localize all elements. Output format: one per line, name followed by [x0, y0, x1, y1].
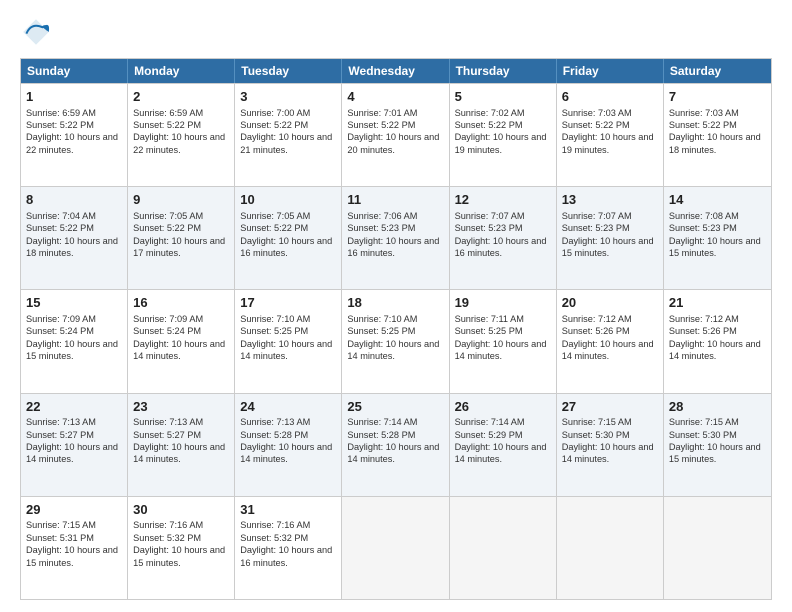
day-number: 24 [240, 398, 336, 416]
day-number: 8 [26, 191, 122, 209]
day-cell-17: 17Sunrise: 7:10 AMSunset: 5:25 PMDayligh… [235, 290, 342, 392]
day-number: 31 [240, 501, 336, 519]
day-number: 12 [455, 191, 551, 209]
day-cell-20: 20Sunrise: 7:12 AMSunset: 5:26 PMDayligh… [557, 290, 664, 392]
empty-cell [450, 497, 557, 599]
day-number: 19 [455, 294, 551, 312]
day-cell-7: 7Sunrise: 7:03 AMSunset: 5:22 PMDaylight… [664, 84, 771, 186]
day-number: 17 [240, 294, 336, 312]
header-saturday: Saturday [664, 59, 771, 83]
week-row-4: 22Sunrise: 7:13 AMSunset: 5:27 PMDayligh… [21, 393, 771, 496]
day-cell-5: 5Sunrise: 7:02 AMSunset: 5:22 PMDaylight… [450, 84, 557, 186]
day-number: 3 [240, 88, 336, 106]
day-cell-21: 21Sunrise: 7:12 AMSunset: 5:26 PMDayligh… [664, 290, 771, 392]
week-row-2: 8Sunrise: 7:04 AMSunset: 5:22 PMDaylight… [21, 186, 771, 289]
header [20, 16, 772, 48]
day-number: 20 [562, 294, 658, 312]
header-friday: Friday [557, 59, 664, 83]
logo-icon [20, 16, 52, 48]
empty-cell [342, 497, 449, 599]
week-row-3: 15Sunrise: 7:09 AMSunset: 5:24 PMDayligh… [21, 289, 771, 392]
calendar-header-row: Sunday Monday Tuesday Wednesday Thursday… [21, 59, 771, 83]
day-cell-19: 19Sunrise: 7:11 AMSunset: 5:25 PMDayligh… [450, 290, 557, 392]
day-cell-28: 28Sunrise: 7:15 AMSunset: 5:30 PMDayligh… [664, 394, 771, 496]
day-number: 2 [133, 88, 229, 106]
day-number: 13 [562, 191, 658, 209]
header-thursday: Thursday [450, 59, 557, 83]
day-cell-13: 13Sunrise: 7:07 AMSunset: 5:23 PMDayligh… [557, 187, 664, 289]
day-number: 4 [347, 88, 443, 106]
day-number: 23 [133, 398, 229, 416]
day-number: 9 [133, 191, 229, 209]
day-number: 14 [669, 191, 766, 209]
day-cell-2: 2Sunrise: 6:59 AMSunset: 5:22 PMDaylight… [128, 84, 235, 186]
day-number: 6 [562, 88, 658, 106]
day-cell-4: 4Sunrise: 7:01 AMSunset: 5:22 PMDaylight… [342, 84, 449, 186]
day-cell-8: 8Sunrise: 7:04 AMSunset: 5:22 PMDaylight… [21, 187, 128, 289]
day-number: 15 [26, 294, 122, 312]
day-number: 10 [240, 191, 336, 209]
day-number: 21 [669, 294, 766, 312]
day-cell-25: 25Sunrise: 7:14 AMSunset: 5:28 PMDayligh… [342, 394, 449, 496]
day-cell-15: 15Sunrise: 7:09 AMSunset: 5:24 PMDayligh… [21, 290, 128, 392]
day-cell-29: 29Sunrise: 7:15 AMSunset: 5:31 PMDayligh… [21, 497, 128, 599]
header-wednesday: Wednesday [342, 59, 449, 83]
day-number: 7 [669, 88, 766, 106]
day-number: 29 [26, 501, 122, 519]
day-number: 1 [26, 88, 122, 106]
calendar: Sunday Monday Tuesday Wednesday Thursday… [20, 58, 772, 600]
empty-cell [664, 497, 771, 599]
day-cell-11: 11Sunrise: 7:06 AMSunset: 5:23 PMDayligh… [342, 187, 449, 289]
day-number: 22 [26, 398, 122, 416]
day-cell-23: 23Sunrise: 7:13 AMSunset: 5:27 PMDayligh… [128, 394, 235, 496]
day-cell-14: 14Sunrise: 7:08 AMSunset: 5:23 PMDayligh… [664, 187, 771, 289]
day-cell-26: 26Sunrise: 7:14 AMSunset: 5:29 PMDayligh… [450, 394, 557, 496]
header-monday: Monday [128, 59, 235, 83]
day-cell-16: 16Sunrise: 7:09 AMSunset: 5:24 PMDayligh… [128, 290, 235, 392]
header-sunday: Sunday [21, 59, 128, 83]
day-cell-9: 9Sunrise: 7:05 AMSunset: 5:22 PMDaylight… [128, 187, 235, 289]
day-number: 25 [347, 398, 443, 416]
day-cell-27: 27Sunrise: 7:15 AMSunset: 5:30 PMDayligh… [557, 394, 664, 496]
day-number: 30 [133, 501, 229, 519]
day-number: 16 [133, 294, 229, 312]
week-row-1: 1Sunrise: 6:59 AMSunset: 5:22 PMDaylight… [21, 83, 771, 186]
day-number: 5 [455, 88, 551, 106]
day-number: 26 [455, 398, 551, 416]
day-cell-22: 22Sunrise: 7:13 AMSunset: 5:27 PMDayligh… [21, 394, 128, 496]
calendar-body: 1Sunrise: 6:59 AMSunset: 5:22 PMDaylight… [21, 83, 771, 599]
day-number: 28 [669, 398, 766, 416]
day-cell-3: 3Sunrise: 7:00 AMSunset: 5:22 PMDaylight… [235, 84, 342, 186]
day-cell-6: 6Sunrise: 7:03 AMSunset: 5:22 PMDaylight… [557, 84, 664, 186]
header-tuesday: Tuesday [235, 59, 342, 83]
day-cell-12: 12Sunrise: 7:07 AMSunset: 5:23 PMDayligh… [450, 187, 557, 289]
day-cell-18: 18Sunrise: 7:10 AMSunset: 5:25 PMDayligh… [342, 290, 449, 392]
day-cell-30: 30Sunrise: 7:16 AMSunset: 5:32 PMDayligh… [128, 497, 235, 599]
logo [20, 16, 58, 48]
empty-cell [557, 497, 664, 599]
day-number: 27 [562, 398, 658, 416]
day-cell-10: 10Sunrise: 7:05 AMSunset: 5:22 PMDayligh… [235, 187, 342, 289]
week-row-5: 29Sunrise: 7:15 AMSunset: 5:31 PMDayligh… [21, 496, 771, 599]
day-number: 11 [347, 191, 443, 209]
calendar-page: Sunday Monday Tuesday Wednesday Thursday… [0, 0, 792, 612]
day-cell-1: 1Sunrise: 6:59 AMSunset: 5:22 PMDaylight… [21, 84, 128, 186]
day-cell-31: 31Sunrise: 7:16 AMSunset: 5:32 PMDayligh… [235, 497, 342, 599]
day-cell-24: 24Sunrise: 7:13 AMSunset: 5:28 PMDayligh… [235, 394, 342, 496]
day-number: 18 [347, 294, 443, 312]
